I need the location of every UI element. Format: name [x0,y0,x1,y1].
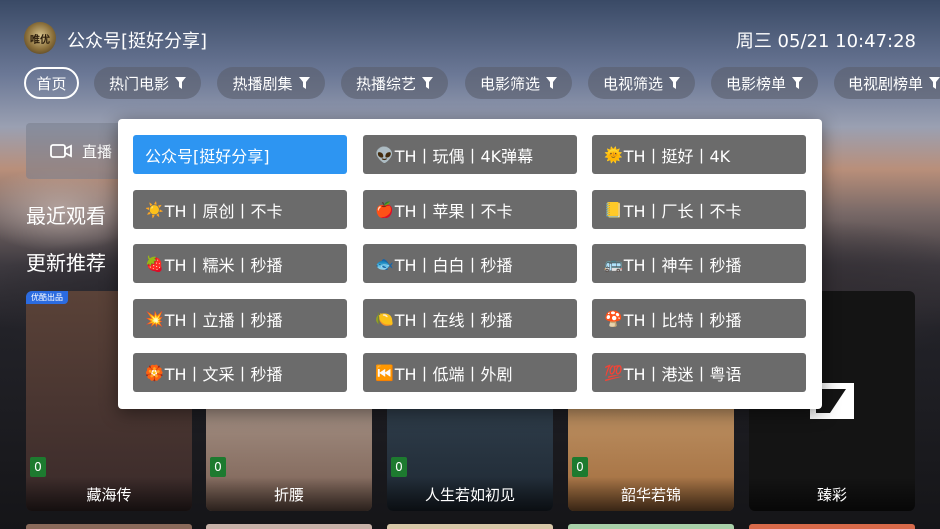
card-score: 0 [572,457,588,477]
option-emoji-icon: 📒 [604,200,623,219]
option-label: TH丨神车丨秒播 [623,255,742,275]
datetime: 周三 05/21 10:47:28 [735,31,916,52]
next-row-card[interactable] [26,524,192,529]
option-label: TH丨苹果丨不卡 [394,201,513,221]
option-label: TH丨厂长丨不卡 [623,201,742,221]
option-emoji-icon: 🏵️ [145,363,164,382]
option-label: TH丨糯米丨秒播 [164,255,283,275]
option-label: TH丨立播丨秒播 [164,310,283,330]
tab-label: 电影筛选 [479,74,540,93]
tab-5[interactable]: 电视筛选 [588,67,695,99]
next-row-card[interactable] [206,524,372,529]
tab-6[interactable]: 电影榜单 [711,67,818,99]
tab-label: 热播剧集 [232,74,293,93]
live-button-label: 直播 [82,142,113,161]
filter-icon [298,77,310,89]
option-emoji-icon: ☀️ [145,200,164,219]
tab-1[interactable]: 热门电影 [94,67,201,99]
next-row-card[interactable] [568,524,734,529]
source-option[interactable]: 公众号[挺好分享] [133,135,347,174]
option-label: TH丨比特丨秒播 [623,310,742,330]
option-emoji-icon: 🍄 [604,309,623,328]
option-label: TH丨港迷丨粤语 [623,364,742,384]
tab-7[interactable]: 电视剧榜单 [834,67,940,99]
source-option[interactable]: 🍎 TH丨苹果丨不卡 [363,190,577,229]
recent-watch-title: 最近观看 [26,204,106,228]
option-emoji-icon: 🍎 [375,200,394,219]
filter-icon [929,77,940,89]
option-emoji-icon: 👽 [375,145,394,164]
card-title: 藏海传 [26,477,192,511]
option-emoji-icon: ⏮️ [375,363,394,382]
option-label: TH丨挺好丨4K [623,146,731,166]
option-label: TH丨低端丨外剧 [394,364,513,384]
option-emoji-icon: 🚌 [604,254,623,273]
source-option[interactable]: 🐟 TH丨白白丨秒播 [363,244,577,283]
option-label: TH丨白白丨秒播 [394,255,513,275]
source-option[interactable]: 🚌 TH丨神车丨秒播 [592,244,806,283]
filter-icon [422,77,433,89]
app-title: 公众号[挺好分享] [67,31,208,52]
tab-3[interactable]: 热播综艺 [341,67,448,99]
tab-label: 首页 [36,74,67,93]
source-option[interactable]: 🏵️ TH丨文采丨秒播 [133,353,347,392]
option-label: TH丨在线丨秒播 [394,310,513,330]
option-emoji-icon: 🐟 [375,254,394,273]
option-emoji-icon: 🍓 [145,254,164,273]
card-badge: 优酷出品 [26,291,68,304]
filter-icon [546,77,557,89]
tab-label: 电视筛选 [602,74,663,93]
option-emoji-icon: 🌞 [604,145,623,164]
next-row-card[interactable] [749,524,915,529]
option-label: TH丨原创丨不卡 [164,201,283,221]
card-title: 折腰 [206,477,372,511]
source-option[interactable]: 🍓 TH丨糯米丨秒播 [133,244,347,283]
app-logo: 唯优 [24,22,56,54]
source-option[interactable]: 🍋 TH丨在线丨秒播 [363,299,577,338]
filter-icon [669,77,680,89]
source-option[interactable]: 💯 TH丨港迷丨粤语 [592,353,806,392]
tab-label: 电视剧榜单 [847,74,923,93]
source-option[interactable]: 💥 TH丨立播丨秒播 [133,299,347,338]
tab-label: 热播综艺 [355,74,416,93]
filter-icon [175,77,186,89]
tab-0[interactable]: 首页 [24,67,79,99]
card-title: 臻彩 [749,477,915,511]
source-option[interactable]: ⏮️ TH丨低端丨外剧 [363,353,577,392]
card-score: 0 [391,457,407,477]
tab-label: 电影榜单 [725,74,786,93]
header: 唯优 公众号[挺好分享] 周三 05/21 10:47:28 [0,0,940,70]
filter-icon [792,77,803,89]
option-emoji-icon: 🍋 [375,309,394,328]
tab-4[interactable]: 电影筛选 [465,67,572,99]
card-title: 韶华若锦 [568,477,734,511]
recommend-title: 更新推荐 [26,251,106,275]
next-row-card[interactable] [387,524,553,529]
source-select-popup: 公众号[挺好分享] 👽 TH丨玩偶丨4K弹幕 🌞 TH丨挺好丨4K ☀️ TH丨原创丨不卡 🍎… [118,119,822,409]
option-emoji-icon: 💯 [604,363,623,382]
card-score: 0 [30,457,46,477]
source-option[interactable]: 🌞 TH丨挺好丨4K [592,135,806,174]
video-camera-icon [50,144,72,158]
source-option[interactable]: 📒 TH丨厂长丨不卡 [592,190,806,229]
logo-text: 唯优 [30,34,50,46]
category-tabs: 首页 热门电影 热播剧集 热播综艺 电影筛选 电视筛选 电影榜单 电视剧榜单 [24,67,940,100]
card-score: 0 [210,457,226,477]
source-option[interactable]: ☀️ TH丨原创丨不卡 [133,190,347,229]
option-emoji-icon: 💥 [145,309,164,328]
option-label: 公众号[挺好分享] [145,146,270,166]
source-option[interactable]: 👽 TH丨玩偶丨4K弹幕 [363,135,577,174]
tab-label: 热门电影 [108,74,169,93]
card-title: 人生若如初见 [387,477,553,511]
tab-2[interactable]: 热播剧集 [217,67,325,99]
option-label: TH丨玩偶丨4K弹幕 [394,146,534,166]
source-option[interactable]: 🍄 TH丨比特丨秒播 [592,299,806,338]
option-label: TH丨文采丨秒播 [164,364,283,384]
